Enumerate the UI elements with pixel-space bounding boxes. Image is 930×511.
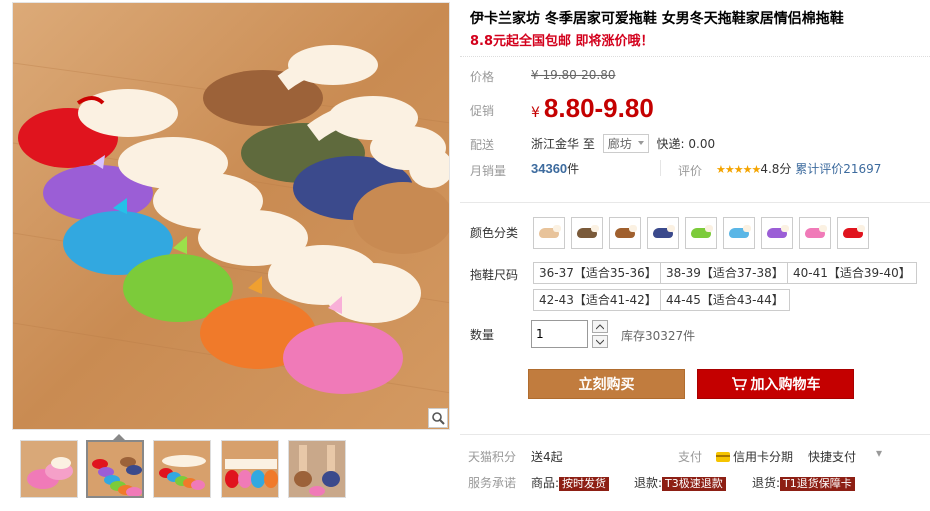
quick-pay-option[interactable]: 快捷支付: [808, 448, 856, 465]
size-option-38-39[interactable]: 38-39【适合37-38】: [660, 262, 790, 284]
on-time-delivery-badge[interactable]: 按时发货: [559, 477, 610, 491]
quantity-input[interactable]: [531, 320, 588, 348]
cart-icon: [731, 377, 747, 391]
return-label: 退货:: [752, 476, 781, 490]
ship-fee: 快递: 0.00: [656, 137, 716, 151]
refund-tag: 极速退款: [678, 477, 723, 490]
installment-label: 信用卡分期: [733, 450, 794, 464]
service-promise-label: 服务承诺: [468, 476, 517, 490]
goods-promise: 商品: 按时发货: [531, 474, 610, 491]
swatch-skyblue[interactable]: [723, 217, 755, 249]
promo-price: ¥8.80-9.80: [531, 93, 654, 124]
swatch-beige[interactable]: [533, 217, 565, 249]
goods-label: 商品:: [531, 476, 560, 490]
sales-count: 34360: [531, 161, 568, 176]
slipper-thumb-icon: [805, 225, 827, 238]
add-to-cart-label: 加入购物车: [750, 377, 821, 393]
monthly-sales: 34360件: [531, 160, 579, 177]
return-code: T1: [783, 477, 797, 490]
points-label: 天猫积分: [468, 450, 517, 464]
slipper-thumb-icon: [539, 225, 561, 238]
thumbnail-4[interactable]: [221, 440, 279, 498]
ship-from: 浙江金华: [531, 137, 580, 151]
refund-label: 退款:: [634, 476, 663, 490]
product-title: 伊卡兰家坊 冬季居家可爱拖鞋 女男冬天拖鞋家居情侣棉拖鞋: [470, 11, 844, 27]
swatch-brown[interactable]: [571, 217, 603, 249]
divider: [460, 202, 930, 203]
swatch-purple[interactable]: [761, 217, 793, 249]
promo-currency: ¥: [531, 105, 540, 121]
installment-option[interactable]: 信用卡分期: [716, 448, 793, 465]
chevron-up-icon: [596, 323, 604, 329]
size-option-42-43[interactable]: 42-43【适合41-42】: [533, 289, 663, 311]
buy-now-button[interactable]: 立刻购买: [528, 369, 685, 399]
credit-card-icon: [716, 452, 730, 462]
size-label: 拖鞋尺码: [470, 268, 519, 282]
add-to-cart-button[interactable]: 加入购物车: [697, 369, 854, 399]
rating-label: 评价: [678, 164, 703, 178]
thumbnail-1[interactable]: [20, 440, 78, 498]
quick-pay-label: 快捷支付: [808, 450, 857, 464]
slipper-thumb-icon: [577, 225, 599, 238]
color-label: 颜色分类: [470, 226, 519, 240]
promo-value: 8.80-9.80: [543, 93, 654, 123]
thumbnail-3[interactable]: [153, 440, 211, 498]
slipper-thumb-icon: [653, 225, 675, 238]
quantity-label: 数量: [470, 328, 495, 342]
slippers-photo: [13, 3, 449, 429]
quantity-increase-button[interactable]: [592, 320, 608, 333]
divider: [660, 160, 661, 176]
fast-refund-badge[interactable]: T3极速退款: [662, 477, 726, 491]
swatch-coffee[interactable]: [609, 217, 641, 249]
size-option-44-45[interactable]: 44-45【适合43-44】: [660, 289, 790, 311]
swatch-green[interactable]: [685, 217, 717, 249]
chevron-down-icon: [596, 339, 604, 345]
price-label: 价格: [470, 70, 495, 84]
swatch-navy[interactable]: [647, 217, 679, 249]
product-subtitle: 8.8元起全国包邮 即将涨价哦！: [470, 34, 654, 49]
swatch-pink[interactable]: [799, 217, 831, 249]
thumbnail-5[interactable]: [288, 440, 346, 498]
magnifier-icon: [432, 412, 445, 425]
points-value: 送4起: [531, 450, 563, 464]
rating-score: 4.8分: [760, 162, 792, 176]
size-option-36-37[interactable]: 36-37【适合35-36】: [533, 262, 663, 284]
slipper-thumb-icon: [767, 225, 789, 238]
refund-promise: 退款: T3极速退款: [634, 474, 726, 491]
ship-destination-select[interactable]: 廊坊: [602, 134, 649, 153]
slipper-thumb-icon: [615, 225, 637, 238]
return-guarantee-badge[interactable]: T1退货保障卡: [780, 477, 855, 491]
sales-unit: 件: [567, 162, 580, 176]
buy-now-label: 立刻购买: [578, 377, 635, 393]
thumbnail-2[interactable]: [86, 440, 144, 498]
divider: [460, 434, 930, 435]
return-promise: 退货: T1退货保障卡: [752, 474, 855, 491]
promo-label: 促销: [470, 104, 495, 118]
shipping-label: 配送: [470, 138, 495, 152]
zoom-button[interactable]: [428, 408, 448, 428]
sales-label: 月销量: [470, 164, 507, 178]
expand-payment-icon[interactable]: ▾: [876, 446, 882, 460]
slipper-thumb-icon: [691, 225, 713, 238]
quantity-decrease-button[interactable]: [592, 335, 608, 348]
stock-count: 库存30327件: [621, 329, 696, 343]
return-tag: 退货保障卡: [796, 477, 852, 490]
ship-to-word: 至: [582, 137, 595, 151]
main-product-image[interactable]: [12, 2, 450, 430]
rating-summary: ★★★★★4.8分 累计评价21697: [716, 160, 881, 177]
review-count-link[interactable]: 累计评价21697: [795, 162, 881, 176]
star-rating-icon: ★★★★★: [716, 163, 761, 176]
size-option-40-41[interactable]: 40-41【适合39-40】: [787, 262, 917, 284]
refund-code: T3: [665, 477, 679, 490]
swatch-red[interactable]: [837, 217, 869, 249]
slipper-thumb-icon: [843, 225, 865, 238]
ship-destination-value: 廊坊: [607, 137, 632, 151]
shipping-info: 浙江金华 至 廊坊 快递: 0.00: [531, 134, 715, 153]
slipper-thumb-icon: [729, 225, 751, 238]
original-price: ¥ 19.80-20.80: [531, 68, 616, 82]
payment-label: 支付: [678, 450, 703, 464]
